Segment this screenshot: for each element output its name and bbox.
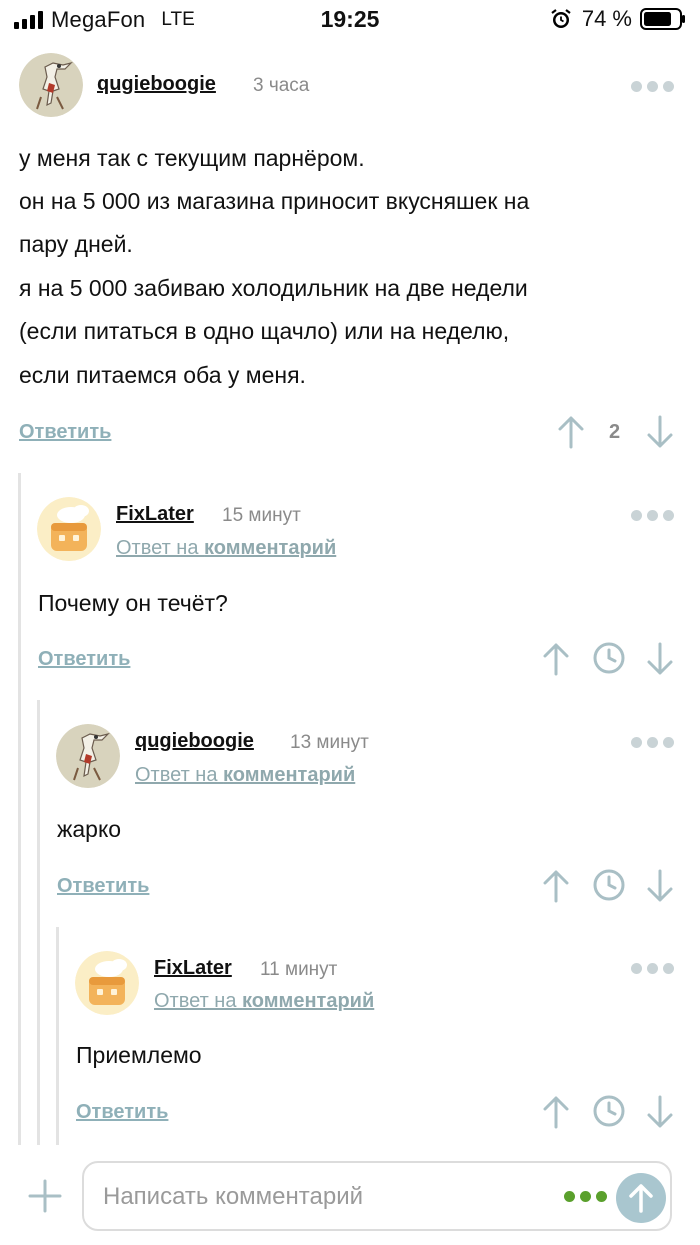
reply-button[interactable]: Ответить [76,1101,168,1124]
comment-time: 13 минут [290,732,369,753]
more-options-icon[interactable] [631,963,674,974]
reply-to-target[interactable]: комментарий [204,537,336,559]
thread-line [37,700,40,1145]
arrow-up-icon [629,1184,653,1213]
upvote-arrow-icon[interactable] [542,1095,570,1129]
downvote-arrow-icon[interactable] [646,1095,674,1129]
comment-text-line: (если питаться в одно щачло) или на неде… [19,318,510,344]
comment-text-line: я на 5 000 забиваю холодильник на две не… [19,275,528,301]
clock-icon[interactable] [592,641,626,675]
comment-composer-bar: Написать комментарий [0,1150,700,1245]
comment-time: 15 минут [222,505,301,526]
clock-icon[interactable] [592,868,626,902]
username[interactable]: FixLater [116,503,194,526]
comment-text-line: если питаемся оба у меня. [19,362,306,388]
battery-percent: 74 % [581,6,632,31]
username[interactable]: qugieboogie [97,73,216,96]
reply-button[interactable]: Ответить [38,648,130,671]
avatar[interactable] [56,724,120,788]
reply-to-target[interactable]: комментарий [223,764,355,786]
carrier-name: MegaFon [51,7,146,32]
username[interactable]: FixLater [154,957,232,980]
thread-line [56,927,59,1145]
username[interactable]: qugieboogie [135,730,254,753]
avatar[interactable] [19,53,83,117]
comment-text-line: пару дней. [19,231,133,257]
comment-input[interactable]: Написать комментарий [82,1161,672,1231]
downvote-arrow-icon[interactable] [646,415,674,449]
comment-text-line: жарко [57,816,122,842]
comment-time: 11 минут [260,959,338,980]
comment-text-line: Почему он течёт? [38,590,228,616]
comment-text-line: Приемлемо [76,1042,202,1068]
reply-to-link[interactable]: Ответ на комментарий [154,990,374,1013]
reply-button[interactable]: Ответить [19,421,111,444]
clock-icon[interactable] [592,1094,626,1128]
comment-input-placeholder: Написать комментарий [103,1183,364,1210]
downvote-arrow-icon[interactable] [646,642,674,676]
more-dots-icon[interactable] [564,1191,607,1202]
reply-to-link[interactable]: Ответ на комментарий [116,537,336,560]
thread-line [18,473,21,1145]
comment-rating: 2 [609,421,621,443]
network-type: LTE [161,9,195,30]
more-options-icon[interactable] [631,737,674,748]
upvote-arrow-icon[interactable] [542,869,570,903]
signal-strength-icon [14,11,43,29]
reply-to-prefix: Ответ на [135,764,224,786]
avatar[interactable] [37,497,101,561]
more-options-icon[interactable] [631,81,674,92]
avatar[interactable] [75,951,139,1015]
more-options-icon[interactable] [631,510,674,521]
reply-button[interactable]: Ответить [57,875,149,898]
comment-text-line: у меня так с текущим парнёром. [19,145,365,171]
comment-text-line: он на 5 000 из магазина приносит вкусняш… [19,188,530,214]
reply-to-prefix: Ответ на [154,990,243,1012]
reply-to-target[interactable]: комментарий [242,990,374,1012]
reply-to-link[interactable]: Ответ на комментарий [135,764,355,787]
reply-to-prefix: Ответ на [116,537,205,559]
send-button[interactable] [616,1173,666,1223]
downvote-arrow-icon[interactable] [646,869,674,903]
status-bar: MegaFon LTE 19:25 74 % [0,0,700,40]
upvote-arrow-icon[interactable] [542,642,570,676]
comment-time: 3 часа [253,75,310,96]
alarm-icon [551,9,571,28]
upvote-arrow-icon[interactable] [557,415,585,449]
battery-icon [640,8,685,30]
add-attachment-icon[interactable] [27,1178,63,1214]
